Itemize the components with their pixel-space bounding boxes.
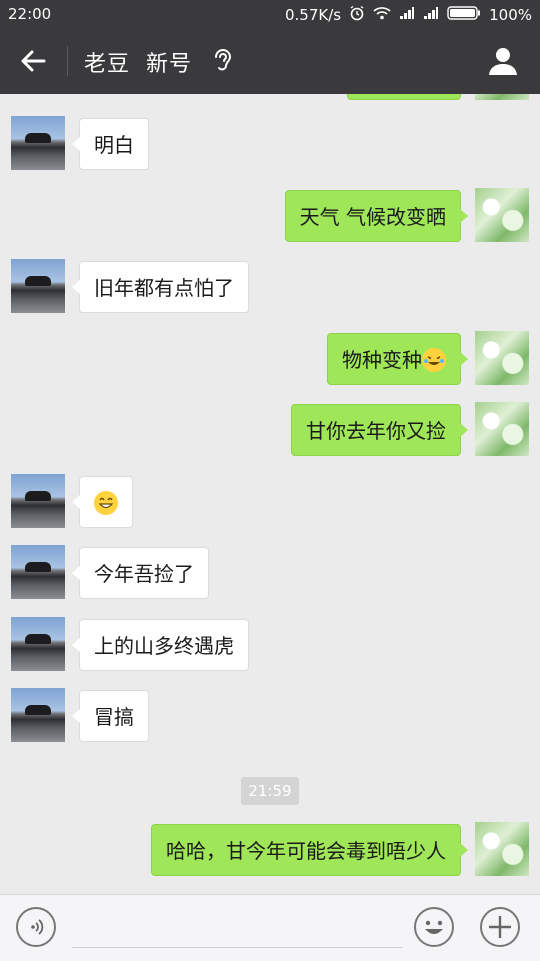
message-row: 哈哈，甘今年可能会毒到唔少人 bbox=[0, 822, 540, 880]
plus-icon[interactable] bbox=[480, 907, 520, 947]
profile-icon[interactable] bbox=[486, 44, 520, 78]
chat-timestamp: 21:59 bbox=[241, 777, 299, 805]
message-bubble[interactable]: 旧年都有点怕了 bbox=[72, 261, 249, 313]
contact-avatar[interactable] bbox=[11, 116, 65, 170]
message-bubble[interactable] bbox=[72, 476, 133, 528]
contact-avatar[interactable] bbox=[11, 617, 65, 671]
my-avatar[interactable] bbox=[475, 822, 529, 876]
message-text: 天气 气候改变晒 bbox=[299, 205, 446, 229]
message-bubble[interactable]: 冒搞 bbox=[72, 690, 149, 742]
chat-header: 老豆 新号 bbox=[0, 28, 540, 94]
message-text: 冒搞 bbox=[94, 705, 134, 729]
message-bubble[interactable]: 今年吾捡了 bbox=[72, 547, 209, 599]
message-row: 天气 气候改变晒 bbox=[0, 188, 540, 246]
message-input[interactable] bbox=[72, 947, 402, 948]
message-row: 甘你去年你又捡 bbox=[0, 402, 540, 460]
wifi-icon bbox=[373, 6, 391, 24]
status-time: 22:00 bbox=[8, 5, 52, 23]
my-avatar[interactable] bbox=[475, 331, 529, 385]
signal-icon bbox=[423, 6, 439, 24]
my-avatar[interactable] bbox=[475, 94, 529, 100]
grinning-emoji-icon bbox=[94, 490, 118, 515]
contact-avatar[interactable] bbox=[11, 474, 65, 528]
message-bubble[interactable] bbox=[347, 94, 461, 100]
message-row: 明白 bbox=[0, 116, 540, 174]
chat-title: 老豆 新号 bbox=[84, 52, 192, 77]
contact-avatar[interactable] bbox=[11, 259, 65, 313]
message-text: 上的山多终遇虎 bbox=[94, 634, 234, 658]
battery-level: 100% bbox=[489, 6, 532, 24]
chat-messages: 明白 天气 气候改变晒 旧年都有点怕了 物种变种 甘你去年你又捡 今年吾捡了 上… bbox=[0, 94, 540, 894]
message-bubble[interactable]: 甘你去年你又捡 bbox=[291, 404, 468, 456]
message-row: 上的山多终遇虎 bbox=[0, 617, 540, 675]
message-text: 明白 bbox=[94, 133, 134, 157]
my-avatar[interactable] bbox=[475, 402, 529, 456]
input-bar bbox=[0, 894, 540, 961]
message-bubble[interactable]: 上的山多终遇虎 bbox=[72, 619, 249, 671]
message-bubble[interactable]: 物种变种 bbox=[327, 333, 468, 385]
message-row: 今年吾捡了 bbox=[0, 545, 540, 603]
contact-avatar[interactable] bbox=[11, 688, 65, 742]
header-divider bbox=[67, 46, 68, 76]
message-text: 哈哈，甘今年可能会毒到唔少人 bbox=[166, 839, 446, 863]
my-avatar[interactable] bbox=[475, 188, 529, 242]
emoji-icon[interactable] bbox=[414, 907, 454, 947]
voice-icon[interactable] bbox=[16, 907, 56, 947]
ear-icon bbox=[210, 46, 236, 76]
contact-avatar[interactable] bbox=[11, 545, 65, 599]
message-bubble[interactable]: 明白 bbox=[72, 118, 149, 170]
message-row bbox=[0, 94, 540, 104]
message-text: 物种变种 bbox=[342, 348, 422, 372]
message-row: 物种变种 bbox=[0, 331, 540, 389]
message-bubble[interactable]: 天气 气候改变晒 bbox=[284, 190, 469, 242]
message-row: 旧年都有点怕了 bbox=[0, 259, 540, 317]
status-bar: 22:00 0.57K/s 100% bbox=[0, 0, 540, 28]
alarm-icon bbox=[349, 5, 365, 25]
laughing-crying-emoji-icon bbox=[422, 347, 446, 372]
signal-icon bbox=[399, 6, 415, 24]
back-arrow-icon[interactable] bbox=[16, 44, 50, 78]
message-text: 今年吾捡了 bbox=[94, 562, 194, 586]
message-row bbox=[0, 474, 540, 532]
message-row: 冒搞 bbox=[0, 688, 540, 746]
message-bubble[interactable]: 哈哈，甘今年可能会毒到唔少人 bbox=[151, 824, 468, 876]
battery-icon bbox=[447, 6, 481, 24]
message-text: 甘你去年你又捡 bbox=[306, 419, 446, 443]
message-text: 旧年都有点怕了 bbox=[94, 276, 234, 300]
network-speed: 0.57K/s bbox=[285, 6, 342, 24]
